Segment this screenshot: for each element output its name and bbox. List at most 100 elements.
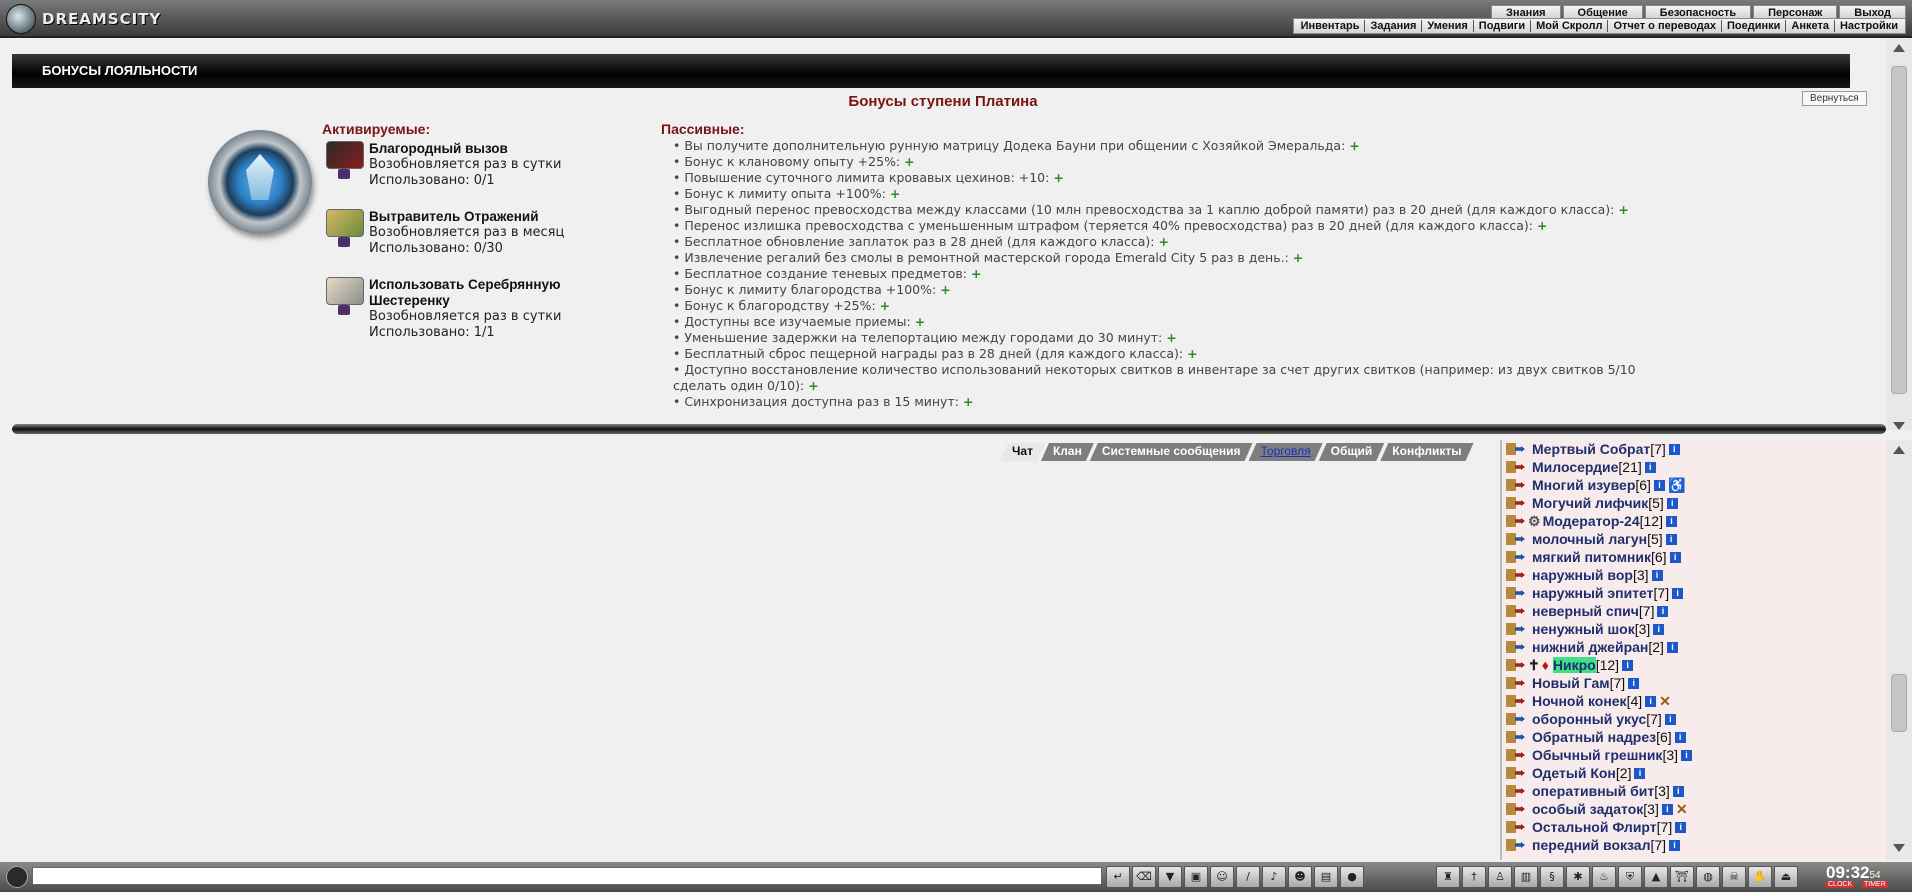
info-icon[interactable]: i [1669, 839, 1681, 851]
sword-icon[interactable]: † [1462, 866, 1486, 888]
user-name[interactable]: оборонный укус [1532, 711, 1646, 727]
submenu-duels[interactable]: Поединки [1722, 20, 1787, 32]
globe-icon[interactable]: ◍ [1696, 866, 1720, 888]
info-icon[interactable]: i [1622, 659, 1634, 671]
bag-icon[interactable]: ♜ [1436, 866, 1460, 888]
active-bonus-item[interactable]: Вытравитель Отражений Возобновляется раз… [326, 209, 626, 265]
walk-icon[interactable]: ☺ [1210, 866, 1234, 888]
info-icon[interactable]: i [1675, 821, 1687, 833]
logo[interactable]: DREAMSCITY [6, 4, 161, 34]
info-icon[interactable]: i [1672, 587, 1684, 599]
list-item[interactable]: мягкий питомник [6] i [1506, 548, 1681, 566]
info-icon[interactable]: i [1661, 803, 1673, 815]
info-icon[interactable]: i [1666, 497, 1678, 509]
back-button[interactable]: Вернуться [1802, 91, 1867, 106]
list-item[interactable]: Обычный грешник [3] i [1506, 746, 1693, 764]
tab-general[interactable]: Общий [1319, 443, 1385, 461]
list-item[interactable]: оперативный бит [3] i [1506, 782, 1684, 800]
user-name[interactable]: Многий изувер [1532, 477, 1635, 493]
scroll-icon[interactable]: § [1540, 866, 1564, 888]
gate-icon[interactable]: ⛩ [1670, 866, 1694, 888]
list-item[interactable]: Многий изувер [6] i ♿ [1506, 476, 1685, 494]
user-name[interactable]: передний вокзал [1532, 837, 1650, 853]
user-name[interactable]: Ночной конек [1532, 693, 1627, 709]
user-name[interactable]: Новый Гам [1532, 675, 1610, 691]
info-icon[interactable]: i [1681, 749, 1693, 761]
tab-system-messages[interactable]: Системные сообщения [1090, 443, 1253, 461]
info-icon[interactable]: i [1672, 785, 1684, 797]
info-icon[interactable]: i [1666, 641, 1678, 653]
book-icon[interactable]: ▤ [1314, 866, 1338, 888]
list-item[interactable]: наружный вор [3] i [1506, 566, 1663, 584]
skull-icon[interactable]: ☠ [1722, 866, 1746, 888]
submenu-inventory[interactable]: Инвентарь [1296, 20, 1366, 32]
list-item[interactable]: передний вокзал [7] i [1506, 836, 1681, 854]
info-icon[interactable]: i [1653, 623, 1665, 635]
smile-icon[interactable]: ☻ [1288, 866, 1312, 888]
list-item[interactable]: наружный эпитет [7] i [1506, 584, 1684, 602]
scroll-red-icon[interactable] [326, 141, 364, 169]
info-icon[interactable]: i [1628, 677, 1640, 689]
submenu-settings[interactable]: Настройки [1835, 20, 1903, 32]
scroll-up-icon[interactable] [1893, 44, 1905, 52]
submenu-skills[interactable]: Умения [1422, 20, 1474, 32]
scrollbar-thumb[interactable] [1891, 674, 1907, 732]
panel-divider[interactable] [12, 424, 1886, 434]
userlist-scrollbar[interactable] [1886, 440, 1912, 860]
list-item[interactable]: особый задаток [3] i ✕ [1506, 800, 1688, 818]
list-item[interactable]: молочный лагун [5] i [1506, 530, 1677, 548]
music-icon[interactable]: ♪ [1262, 866, 1286, 888]
list-item[interactable]: неверный спич [7] i [1506, 602, 1669, 620]
chat-smiles-icon[interactable] [6, 866, 28, 888]
list-item[interactable]: ✝ ♦ Никро [12] i [1506, 656, 1634, 674]
list-item[interactable]: Ночной конек [4] i ✕ [1506, 692, 1671, 710]
main-scrollbar[interactable] [1886, 38, 1912, 430]
clock-label[interactable]: CLOCK [1826, 881, 1855, 888]
info-icon[interactable]: i [1665, 515, 1677, 527]
user-name[interactable]: наружный вор [1532, 567, 1633, 583]
list-item[interactable]: Новый Гам [7] i [1506, 674, 1640, 692]
info-icon[interactable]: i [1669, 551, 1681, 563]
chest-icon[interactable]: ▥ [1514, 866, 1538, 888]
info-icon[interactable]: i [1668, 443, 1680, 455]
user-name[interactable]: Модератор-24 [1543, 513, 1640, 529]
tab-chat[interactable]: Чат [1000, 443, 1045, 461]
tab-trade[interactable]: Торговля [1249, 443, 1323, 461]
bottle-icon[interactable]: ♙ [1488, 866, 1512, 888]
send-icon[interactable]: ↵ [1106, 866, 1130, 888]
scrollbar-thumb[interactable] [1891, 66, 1907, 394]
list-item[interactable]: ненужный шок [3] i [1506, 620, 1665, 638]
user-name[interactable]: неверный спич [1532, 603, 1639, 619]
user-name[interactable]: особый задаток [1532, 801, 1643, 817]
scroll-gold-icon[interactable] [326, 209, 364, 237]
submenu-my-scroll[interactable]: Мой Скролл [1531, 20, 1609, 32]
scroll-down-icon[interactable] [1893, 422, 1905, 430]
user-name[interactable]: наружный эпитет [1532, 585, 1654, 601]
info-icon[interactable]: i [1645, 695, 1657, 707]
user-name[interactable]: молочный лагун [1532, 531, 1647, 547]
info-icon[interactable]: i [1657, 605, 1669, 617]
scroll-down-icon[interactable] [1893, 844, 1905, 852]
scroll-gear-icon[interactable] [326, 277, 364, 305]
info-icon[interactable]: i [1664, 713, 1676, 725]
settings-icon[interactable]: ● [1340, 866, 1364, 888]
info-icon[interactable]: i [1653, 479, 1665, 491]
user-name[interactable]: мягкий питомник [1532, 549, 1651, 565]
submenu-profile[interactable]: Анкета [1786, 20, 1835, 32]
info-icon[interactable]: i [1651, 569, 1663, 581]
list-item[interactable]: Одетый Кон [2] i [1506, 764, 1646, 782]
chat-input[interactable] [32, 867, 1102, 885]
user-name[interactable]: Милосердие [1532, 459, 1618, 475]
active-bonus-item[interactable]: Благородный вызов Возобновляется раз в с… [326, 141, 626, 197]
timer-label[interactable]: TIMER [1862, 881, 1888, 888]
list-item[interactable]: нижний джейран [2] i [1506, 638, 1678, 656]
tab-clan[interactable]: Клан [1041, 443, 1094, 461]
translit-icon[interactable]: / [1236, 866, 1260, 888]
list-item[interactable]: Мертвый Собрат [7] i [1506, 440, 1680, 458]
hand-icon[interactable]: ✋ [1748, 866, 1772, 888]
list-item[interactable]: Могучий лифчик [5] i [1506, 494, 1678, 512]
user-name[interactable]: Никро [1552, 657, 1596, 673]
user-name[interactable]: Обычный грешник [1532, 747, 1662, 763]
gear-icon[interactable]: ✱ [1566, 866, 1590, 888]
user-name[interactable]: Обратный надрез [1532, 729, 1656, 745]
